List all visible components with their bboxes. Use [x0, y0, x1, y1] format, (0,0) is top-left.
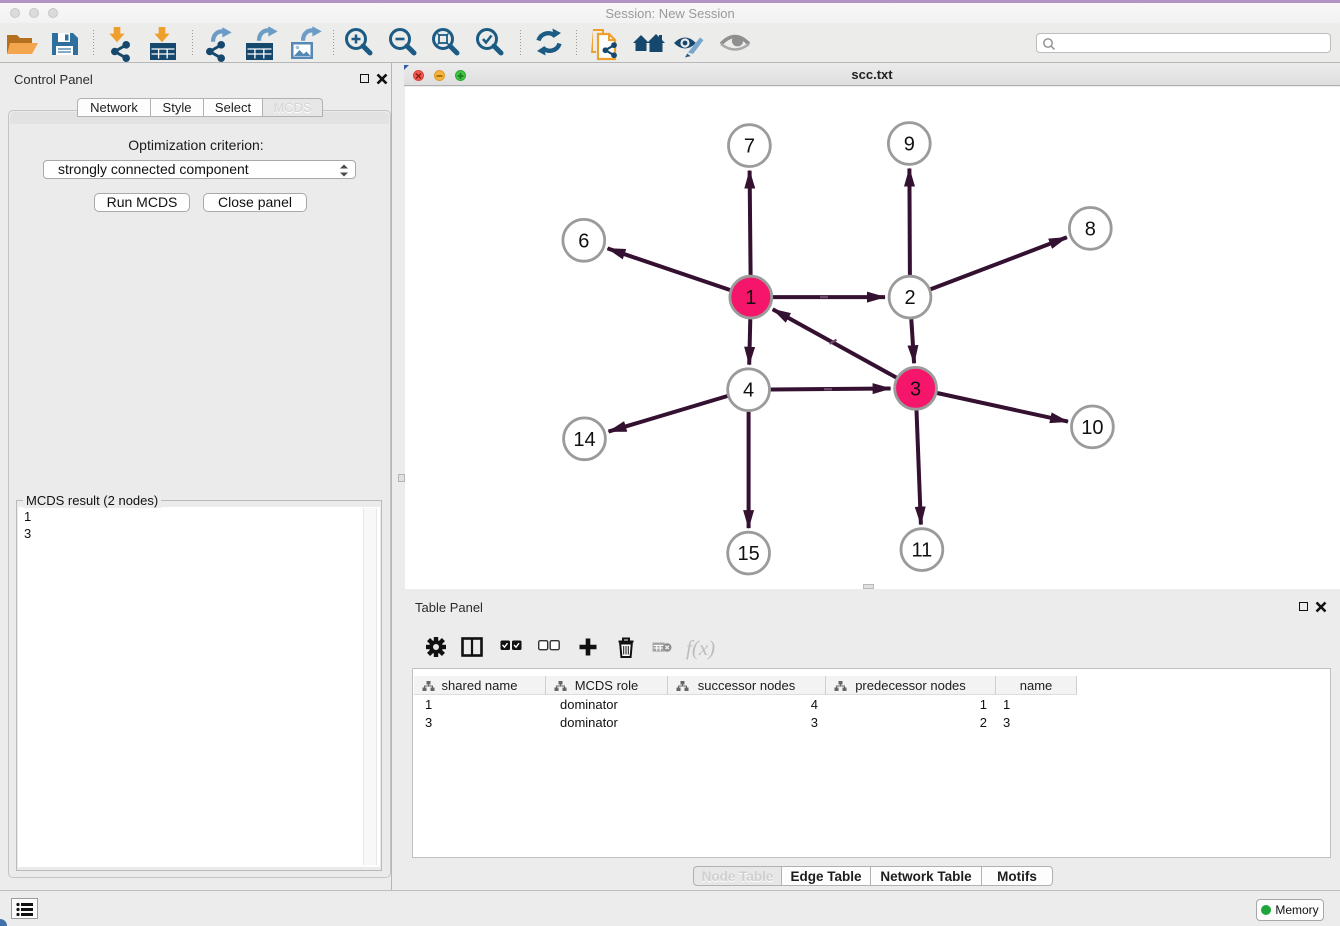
- svg-text:2: 2: [904, 287, 915, 309]
- svg-text:10: 10: [1081, 417, 1103, 439]
- svg-text:11: 11: [912, 540, 933, 562]
- svg-text:8: 8: [1085, 218, 1096, 240]
- svg-text:3: 3: [910, 378, 921, 400]
- svg-text:7: 7: [744, 136, 755, 158]
- svg-text:9: 9: [904, 134, 915, 156]
- svg-text:14: 14: [573, 429, 595, 451]
- svg-text:1: 1: [745, 287, 756, 309]
- svg-text:4: 4: [743, 380, 754, 402]
- svg-text:6: 6: [578, 230, 589, 252]
- svg-text:15: 15: [737, 543, 759, 565]
